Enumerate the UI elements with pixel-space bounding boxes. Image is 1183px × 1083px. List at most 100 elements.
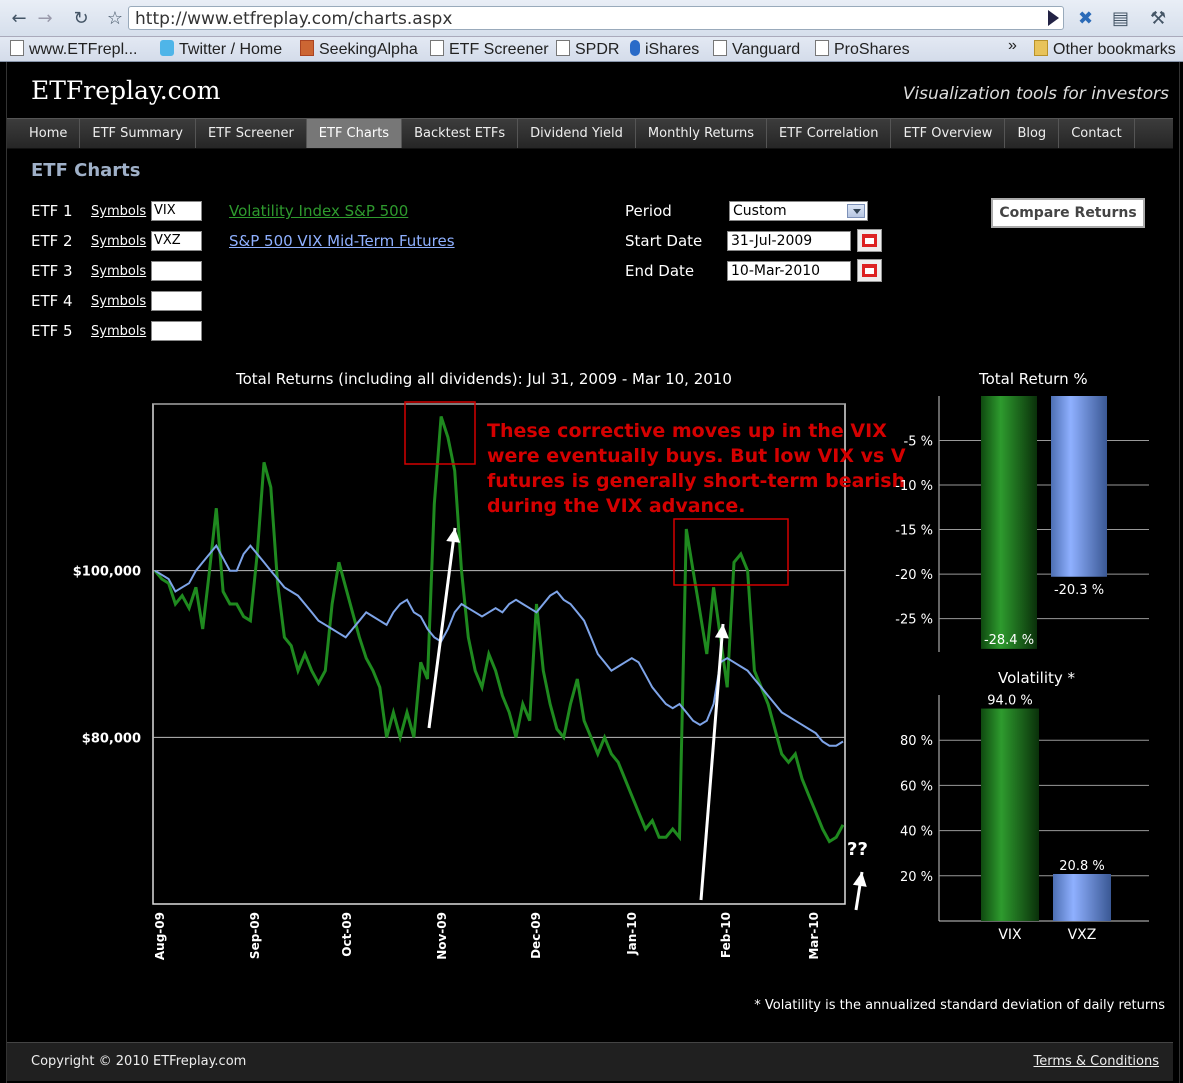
y-tick-label: -10 % (895, 479, 933, 494)
total-return-title: Total Return % (979, 370, 1088, 388)
etf-5-label: ETF 5 (31, 322, 73, 340)
page-icon (815, 40, 829, 56)
bookmark-ishares[interactable]: iShares (630, 40, 699, 59)
etf-3-label: ETF 3 (31, 262, 73, 280)
bar-value-label: -28.4 % (984, 633, 1034, 648)
y-tick-label: -20 % (895, 568, 933, 583)
menu-item-backtest-etfs[interactable]: Backtest ETFs (402, 119, 519, 148)
menu-item-etf-summary[interactable]: ETF Summary (80, 119, 196, 148)
terms-link[interactable]: Terms & Conditions (1034, 1054, 1160, 1069)
chevron-down-icon[interactable] (847, 204, 865, 218)
y-tick-label: 20 % (900, 870, 933, 885)
main-menu: Home ETF Summary ETF Screener ETF Charts Bac… (7, 118, 1173, 149)
period-value: Custom (733, 203, 787, 219)
y-tick-label: $80,000 (82, 731, 141, 746)
etf-5-symbols-link[interactable]: Symbols (91, 324, 146, 339)
category-label: VXZ (1068, 927, 1097, 943)
bar-value-label: 94.0 % (987, 694, 1032, 709)
etf-4-symbol-input[interactable] (151, 291, 202, 311)
menu-item-etf-screener[interactable]: ETF Screener (196, 119, 307, 148)
forward-icon[interactable]: → (34, 8, 56, 30)
menu-item-etf-charts[interactable]: ETF Charts (306, 119, 403, 148)
bar-vxz (1053, 873, 1111, 921)
y-tick-label: 60 % (900, 779, 933, 794)
etf-2-symbols-link[interactable]: Symbols (91, 234, 146, 249)
browser-toolbar: ← → ↻ ☆ http://www.etfreplay.com/charts.… (0, 0, 1183, 37)
annotation-question: ?? (847, 839, 868, 860)
address-bar[interactable]: http://www.etfreplay.com/charts.aspx (128, 6, 1064, 30)
bar-value-label: -20.3 % (1054, 583, 1104, 598)
page-icon (713, 40, 727, 56)
page-icon (10, 40, 24, 56)
calendar-icon[interactable] (857, 229, 882, 252)
bookmark-vanguard[interactable]: Vanguard (713, 40, 800, 59)
etf-1-label: ETF 1 (31, 202, 73, 220)
etf-1-name-link[interactable]: Volatility Index S&P 500 (229, 202, 408, 220)
y-tick-label: $100,000 (73, 565, 141, 580)
twitter-icon (160, 40, 174, 56)
bookmark-twitter[interactable]: Twitter / Home (160, 40, 282, 59)
menu-item-etf-overview[interactable]: ETF Overview (891, 119, 1006, 148)
etf-2-label: ETF 2 (31, 232, 73, 250)
bar-vxz (1051, 396, 1107, 577)
x-tick-label: Sep-09 (248, 912, 262, 959)
end-date-input[interactable]: 10-Mar-2010 (727, 261, 851, 281)
other-bookmarks[interactable]: Other bookmarks (1034, 40, 1176, 59)
bookmark-seekingalpha[interactable]: SeekingAlpha (300, 40, 418, 59)
annotation-text: were eventually buys. But low VIX vs VIX (487, 445, 907, 467)
page: ETFreplay.com Visualization tools for in… (6, 62, 1180, 1083)
end-date-label: End Date (625, 262, 695, 280)
etf-1-symbol-input[interactable]: VIX (151, 201, 202, 221)
period-label: Period (625, 202, 672, 220)
wrench-icon[interactable]: ⚒ (1150, 8, 1166, 29)
compare-returns-button[interactable]: Compare Returns (991, 198, 1145, 228)
etf-2-symbol-input[interactable]: VXZ (151, 231, 202, 251)
site-logo[interactable]: ETFreplay.com (31, 76, 220, 105)
start-date-label: Start Date (625, 232, 703, 250)
etf-3-symbol-input[interactable] (151, 261, 202, 281)
x-tick-label: Nov-09 (435, 912, 449, 960)
y-tick-label: 40 % (900, 825, 933, 840)
bookmark-spdr[interactable]: SPDR (556, 40, 619, 59)
etf-4-symbols-link[interactable]: Symbols (91, 294, 146, 309)
volatility-title: Volatility * (998, 669, 1076, 687)
menu-item-blog[interactable]: Blog (1005, 119, 1060, 148)
bar-vix (981, 396, 1037, 649)
menu-item-contact[interactable]: Contact (1059, 119, 1135, 148)
go-icon[interactable] (1048, 10, 1059, 26)
x-tick-label: Aug-09 (153, 912, 167, 960)
etf-3-symbols-link[interactable]: Symbols (91, 264, 146, 279)
url-text[interactable]: http://www.etfreplay.com/charts.aspx (135, 9, 452, 29)
footer: Copyright © 2010 ETFreplay.com Terms & C… (7, 1042, 1173, 1081)
etf-5-symbol-input[interactable] (151, 321, 202, 341)
annotation-text: These corrective moves up in the VIX (487, 420, 887, 442)
star-icon[interactable]: ☆ (104, 8, 126, 30)
period-select[interactable]: Custom (729, 201, 868, 221)
total-return-bar-chart: -5 %-10 %-15 %-20 %-25 %-28.4 %VIX-20.3 … (895, 396, 1149, 652)
total-returns-chart: $100,000 $80,000 Aug-09 Sep-09 Oct-09 Nov-09 D… (73, 401, 907, 960)
x-tick-label: Feb-10 (719, 912, 733, 958)
etf-2-name-link[interactable]: S&P 500 VIX Mid-Term Futures (229, 232, 455, 250)
menu-item-dividend-yield[interactable]: Dividend Yield (518, 119, 636, 148)
more-bookmarks-icon[interactable]: » (1008, 37, 1017, 55)
menu-item-etf-correlation[interactable]: ETF Correlation (767, 119, 892, 148)
volatility-footnote: * Volatility is the annualized standard … (754, 998, 1165, 1013)
back-icon[interactable]: ← (8, 8, 30, 30)
start-date-input[interactable]: 31-Jul-2009 (727, 231, 851, 251)
extension-icon[interactable]: ✖ (1078, 8, 1093, 29)
etf-4-label: ETF 4 (31, 292, 73, 310)
calendar-icon[interactable] (857, 259, 882, 282)
menu-item-monthly-returns[interactable]: Monthly Returns (636, 119, 768, 148)
page-menu-icon[interactable]: ▤ (1112, 8, 1129, 29)
x-tick-label: Mar-10 (807, 912, 821, 960)
folder-icon (1034, 40, 1048, 56)
annotation-text: during the VIX advance. (487, 495, 745, 517)
bookmark-etf-screener[interactable]: ETF Screener (430, 40, 549, 59)
etf-1-symbols-link[interactable]: Symbols (91, 204, 146, 219)
reload-icon[interactable]: ↻ (70, 8, 92, 30)
menu-item-home[interactable]: Home (7, 119, 81, 148)
bookmark-etfreplay[interactable]: www.ETFrepl... (10, 40, 137, 59)
bookmark-proshares[interactable]: ProShares (815, 40, 910, 59)
bookmarks-bar: www.ETFrepl... Twitter / Home SeekingAlp… (0, 37, 1183, 62)
y-tick-label: -25 % (895, 613, 933, 628)
